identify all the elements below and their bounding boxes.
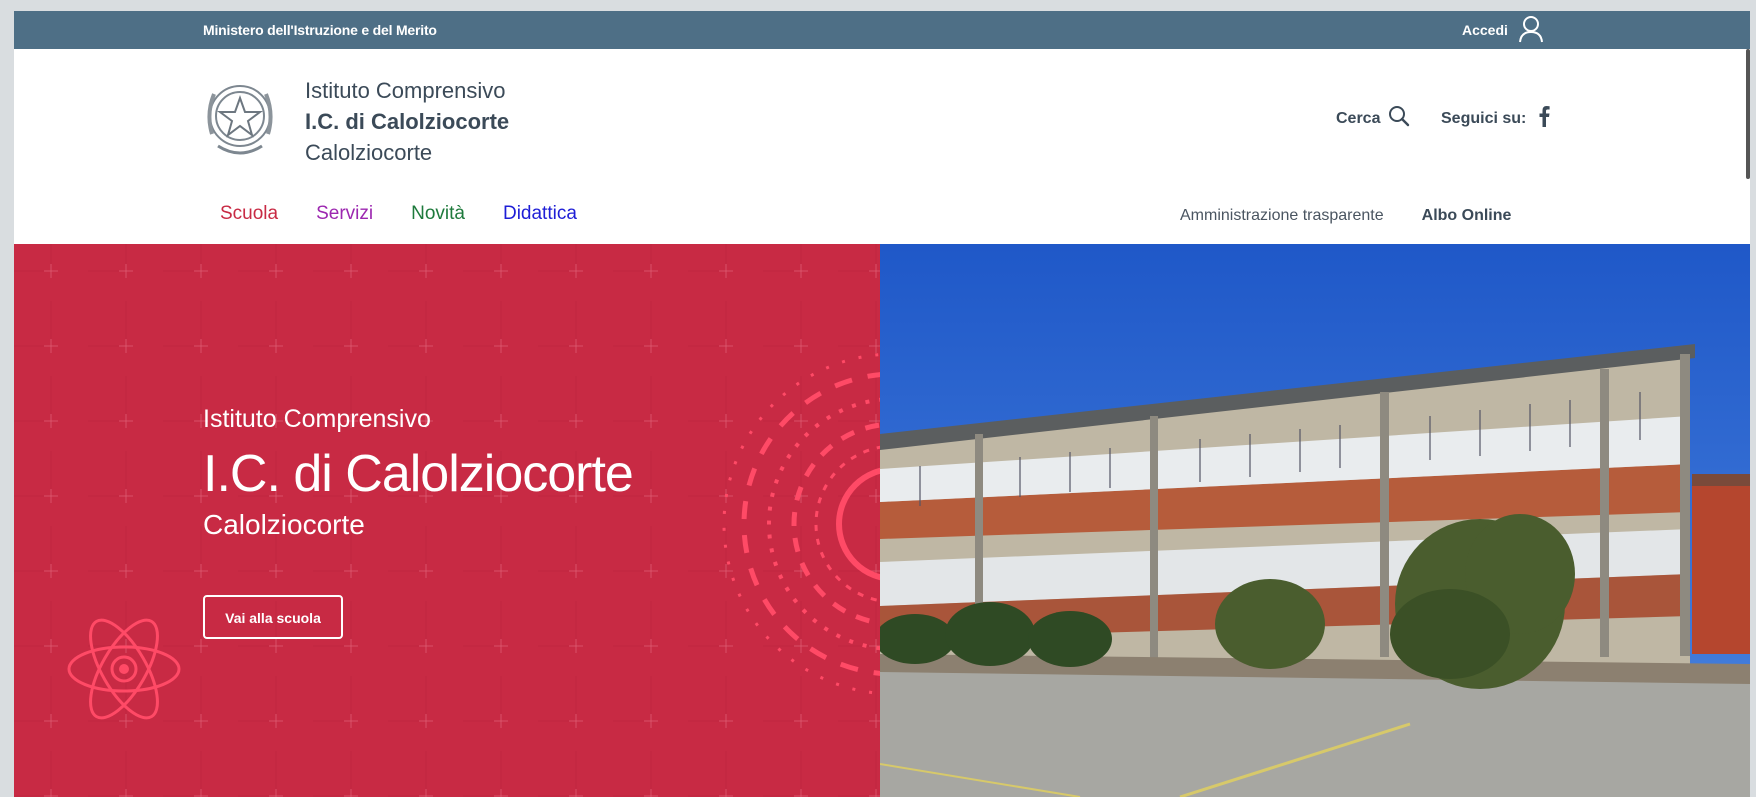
nav-servizi[interactable]: Servizi xyxy=(316,203,373,225)
facebook-icon[interactable] xyxy=(1538,105,1550,132)
decorative-circles-icon xyxy=(722,353,880,695)
nav-didattica[interactable]: Didattica xyxy=(503,203,577,225)
school-building-photo xyxy=(880,244,1750,797)
nav-albo-online[interactable]: Albo Online xyxy=(1422,207,1512,225)
search-label: Cerca xyxy=(1336,109,1381,127)
social-links: Seguici su: xyxy=(1441,105,1550,132)
search-icon xyxy=(1388,105,1410,132)
login-label: Accedi xyxy=(1462,22,1508,38)
nav-scuola[interactable]: Scuola xyxy=(220,203,278,225)
go-to-school-button[interactable]: Vai alla scuola xyxy=(203,595,343,639)
atom-icon xyxy=(67,618,181,720)
brand-city: Calolziocorte xyxy=(305,140,433,165)
nav-novita[interactable]: Novità xyxy=(411,203,465,225)
user-icon xyxy=(1518,15,1544,46)
secondary-navigation: Amministrazione trasparente Albo Online xyxy=(1180,207,1511,225)
main-navigation: Scuola Servizi Novità Didattica xyxy=(220,203,577,225)
brand-name: I.C. di Calolziocorte xyxy=(305,109,510,134)
hero-location: Calolziocorte xyxy=(203,509,365,540)
hero-subtitle: Istituto Comprensivo xyxy=(203,405,431,433)
ministry-link[interactable]: Ministero dell'Istruzione e del Merito xyxy=(203,11,437,49)
hero-title: I.C. di Calolziocorte xyxy=(203,445,634,503)
school-brand[interactable]: Istituto Comprensivo I.C. di Calolziocor… xyxy=(305,75,509,168)
page-scrollbar[interactable] xyxy=(1746,49,1750,179)
nav-amministrazione-trasparente[interactable]: Amministrazione trasparente xyxy=(1180,207,1384,225)
ministry-bar: Ministero dell'Istruzione e del Merito A… xyxy=(14,11,1750,49)
browser-frame: Ministero dell'Istruzione e del Merito A… xyxy=(14,11,1750,797)
hero-panel: Istituto Comprensivo I.C. di Calolziocor… xyxy=(14,244,880,797)
brand-type: Istituto Comprensivo xyxy=(305,78,506,103)
hero-section: Istituto Comprensivo I.C. di Calolziocor… xyxy=(14,244,1750,797)
hero-text: Istituto Comprensivo I.C. di Calolziocor… xyxy=(203,404,634,542)
social-label: Seguici su: xyxy=(1441,109,1527,127)
republic-emblem-icon[interactable] xyxy=(200,74,280,164)
site-header: Istituto Comprensivo I.C. di Calolziocor… xyxy=(14,49,1750,255)
search-button[interactable]: Cerca xyxy=(1336,105,1410,132)
login-button[interactable]: Accedi xyxy=(1462,11,1544,49)
